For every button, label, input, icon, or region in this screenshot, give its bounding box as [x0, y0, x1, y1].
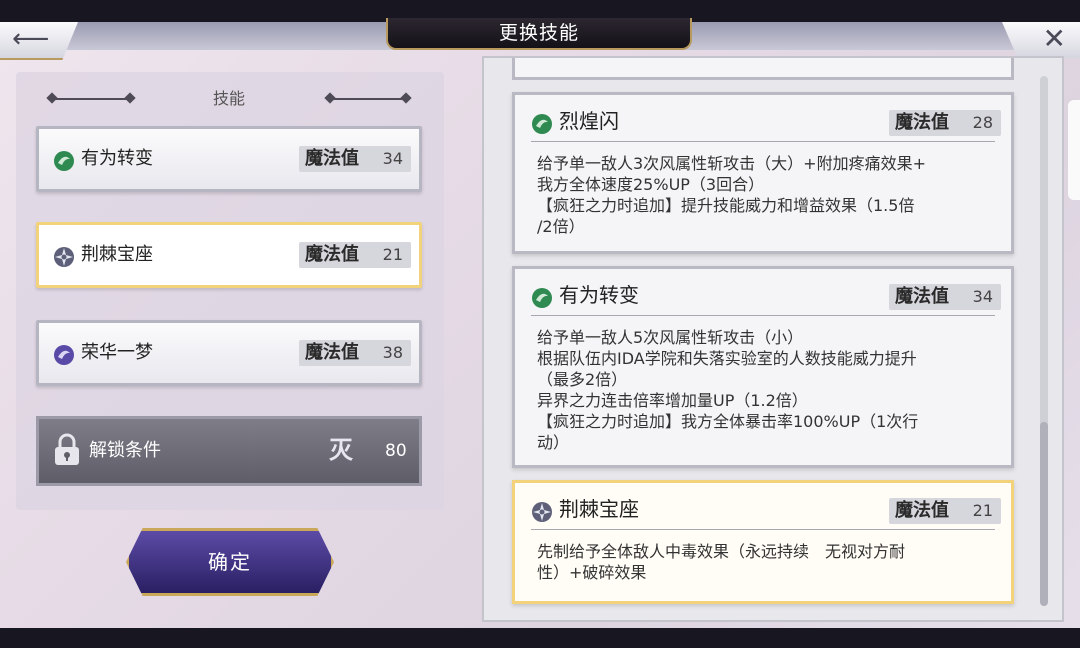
mana-label: 魔法值: [305, 342, 359, 363]
back-arrow-icon: ⟵: [12, 24, 50, 54]
skill-slot-name: 有为转变: [81, 148, 153, 169]
unlock-value: 80: [385, 441, 407, 461]
mana-cost-tag: 魔法值 21: [299, 242, 411, 268]
mana-label: 魔法值: [305, 148, 359, 169]
wind-orb-icon: [53, 150, 75, 176]
mana-label: 魔法值: [305, 244, 359, 265]
mana-value: 28: [972, 113, 993, 132]
wind-orb-icon: [531, 287, 553, 313]
mana-label: 魔法值: [895, 286, 949, 307]
mana-cost-tag: 魔法值 38: [299, 340, 411, 366]
mana-cost-tag: 魔法值 21: [889, 498, 1001, 524]
mana-label: 魔法值: [895, 112, 949, 133]
unlock-glyph: 灭: [329, 436, 353, 464]
skill-detail-card-2[interactable]: 有为转变 魔法值 34 给予单一敌人5次风属性斩攻击（小） 根据队伍内IDA学院…: [512, 266, 1014, 468]
skill-name: 有为转变: [559, 283, 639, 307]
skill-description: 给予单一敌人3次风属性斩攻击（大）+附加疼痛效果+ 我方全体速度25%UP（3回…: [537, 154, 926, 236]
divider: [531, 315, 995, 316]
thorn-sigil-icon: [531, 501, 553, 527]
skill-slot-name: 荆棘宝座: [81, 244, 153, 265]
previous-card-edge: [512, 58, 1014, 80]
mana-cost-tag: 魔法值 28: [889, 110, 1001, 136]
skill-slot-2[interactable]: 荆棘宝座 魔法值 21: [36, 222, 422, 288]
mana-cost-tag: 魔法值 34: [299, 146, 411, 172]
back-button[interactable]: ⟵: [0, 22, 78, 60]
unlock-condition-slot[interactable]: 解锁条件 灭 80: [36, 416, 422, 486]
skill-slot-1[interactable]: 有为转变 魔法值 34: [36, 126, 422, 192]
mana-label: 魔法值: [895, 500, 949, 521]
skill-detail-card-3[interactable]: 荆棘宝座 魔法值 21 先制给予全体敌人中毒效果（永远持续 无视对方耐 性）+破…: [512, 480, 1014, 604]
close-button[interactable]: ✕: [1002, 22, 1080, 58]
skill-name: 荆棘宝座: [559, 497, 639, 521]
unlock-label: 解锁条件: [89, 440, 161, 461]
skill-description: 先制给予全体敌人中毒效果（永远持续 无视对方耐 性）+破碎效果: [537, 542, 906, 582]
bottom-border: [0, 628, 1080, 648]
game-screen: ⟵ 更换技能 ✕ 技能 有为转变 魔法值 34 荆棘宝座 魔法值 21 荣华一梦…: [0, 0, 1080, 648]
confirm-button[interactable]: 确定: [126, 528, 334, 596]
divider: [531, 529, 995, 530]
mana-cost-tag: 魔法值 34: [889, 284, 1001, 310]
divider: [531, 141, 995, 142]
skill-slot-name: 荣华一梦: [81, 342, 153, 363]
mana-value: 21: [972, 501, 993, 520]
close-icon: ✕: [1042, 22, 1066, 55]
scrollbar-thumb[interactable]: [1040, 422, 1048, 606]
skill-name: 烈煌闪: [559, 109, 619, 133]
lock-icon: [53, 433, 81, 471]
ornament-right: [328, 98, 408, 100]
skill-slot-3[interactable]: 荣华一梦 魔法值 38: [36, 320, 422, 386]
page-title: 更换技能: [386, 18, 692, 50]
mana-value: 34: [972, 287, 993, 306]
mana-value: 34: [382, 149, 403, 168]
side-pull-tab[interactable]: [1068, 100, 1080, 200]
skill-detail-card-1[interactable]: 烈煌闪 魔法值 28 给予单一敌人3次风属性斩攻击（大）+附加疼痛效果+ 我方全…: [512, 92, 1014, 254]
dream-orb-icon: [53, 344, 75, 370]
mana-value: 21: [382, 245, 403, 264]
wind-orb-icon: [531, 113, 553, 139]
mana-value: 38: [382, 343, 403, 362]
skill-description: 给予单一敌人5次风属性斩攻击（小） 根据队伍内IDA学院和失落实验室的人数技能威…: [537, 328, 919, 452]
thorn-sigil-icon: [53, 246, 75, 272]
skills-heading: 技能: [46, 88, 412, 110]
